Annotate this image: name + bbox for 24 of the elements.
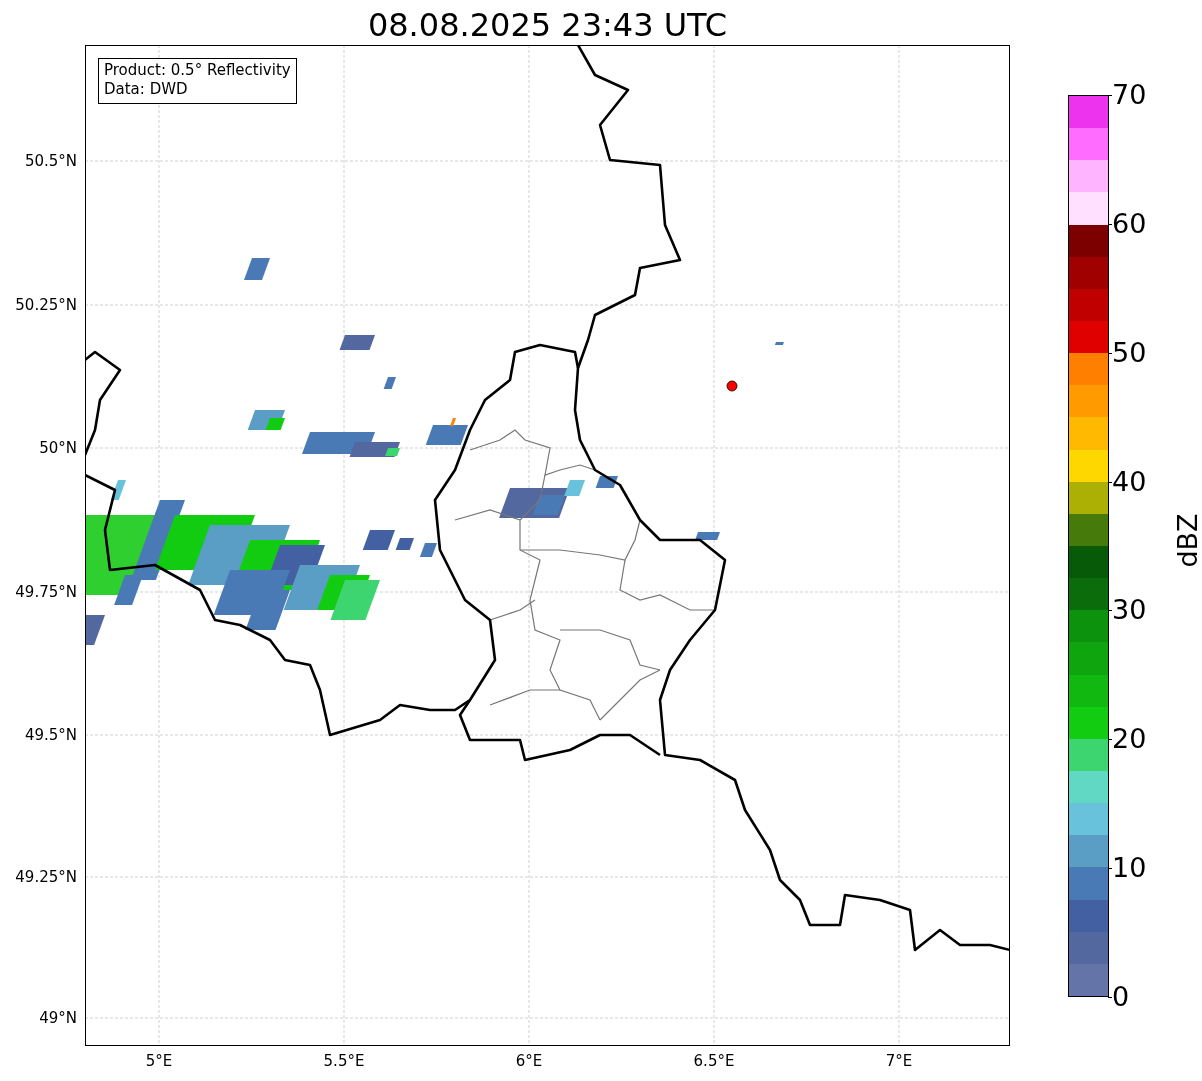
latitude-label: 49.5°N: [24, 726, 77, 744]
longitude-label: 6°E: [514, 1052, 544, 1070]
colorbar-tick-label: 60: [1112, 207, 1147, 240]
colorbar-tick-label: 30: [1112, 594, 1147, 627]
longitude-label: 5.5°E: [322, 1052, 366, 1070]
longitude-label: 6.5°E: [692, 1052, 736, 1070]
latitude-label: 49°N: [39, 1009, 77, 1027]
colorbar-tick-label: 70: [1112, 79, 1147, 111]
colorbar-tick-label: 40: [1112, 465, 1147, 498]
legend-text: Product: 0.5° Reflectivity: [104, 61, 291, 80]
latitude-label: 50.25°N: [15, 296, 77, 314]
colorbar-tick-label: 20: [1112, 723, 1147, 756]
latitude-label: 50°N: [39, 439, 77, 457]
colorbar-tick-label: 10: [1112, 852, 1147, 885]
chart-title: 08.08.2025 23:43 UTC: [366, 5, 729, 45]
latitude-label: 49.25°N: [15, 868, 77, 886]
longitude-label: 5°E: [144, 1052, 174, 1070]
longitude-label: 7°E: [884, 1052, 914, 1070]
latitude-label: 49.75°N: [15, 583, 77, 601]
colorbar-tick-label: 50: [1112, 336, 1147, 369]
latitude-label: 50.5°N: [24, 152, 77, 170]
legend-text: Data: DWD: [104, 80, 189, 99]
location-marker: [726, 380, 738, 392]
colorbar-label: dBZ: [1171, 513, 1202, 568]
